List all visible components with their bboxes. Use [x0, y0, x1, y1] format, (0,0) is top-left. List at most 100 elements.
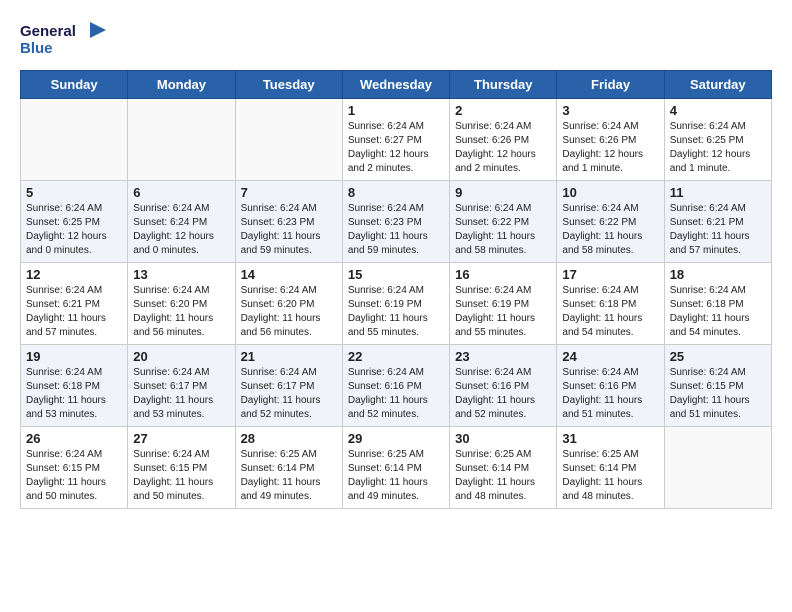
calendar-cell: 24Sunrise: 6:24 AM Sunset: 6:16 PM Dayli…: [557, 345, 664, 427]
calendar-cell: 21 Sunrise: 6:24 AM Sunset: 6:17 PM Dayli…: [235, 345, 342, 427]
calendar-cell: 22Sunrise: 6:24 AM Sunset: 6:16 PM Dayli…: [342, 345, 449, 427]
calendar-cell: 18 Sunrise: 6:24 AM Sunset: 6:18 PM Dayli…: [664, 263, 771, 345]
calendar-cell: 25 Sunrise: 6:24 AM Sunset: 6:15 PM Dayli…: [664, 345, 771, 427]
cell-info: Sunrise: 6:24 AM Sunset: 6:23 PM Dayligh…: [348, 202, 444, 258]
day-number: 18: [670, 267, 766, 282]
day-number: 25: [670, 349, 766, 364]
calendar-cell: 30 Sunrise: 6:25 AM Sunset: 6:14 PM Dayli…: [450, 427, 557, 509]
svg-text:General: General: [20, 23, 76, 40]
header-day-wednesday: Wednesday: [342, 71, 449, 99]
cell-info: Sunrise: 6:24 AM Sunset: 6:16 PM Dayligh…: [562, 366, 658, 422]
cell-info: Sunrise: 6:24 AM Sunset: 6:25 PM Dayligh…: [670, 120, 766, 176]
day-number: 23: [455, 349, 551, 364]
cell-info: Sunrise: 6:24 AM Sunset: 6:25 PM Dayligh…: [26, 202, 122, 258]
day-number: 29: [348, 431, 444, 446]
day-number: 22: [348, 349, 444, 364]
calendar-cell: 23 Sunrise: 6:24 AM Sunset: 6:16 PM Dayli…: [450, 345, 557, 427]
calendar-cell: 1 Sunrise: 6:24 AM Sunset: 6:27 PM Daylig…: [342, 99, 449, 181]
header-day-sunday: Sunday: [21, 71, 128, 99]
calendar-cell: 7Sunrise: 6:24 AM Sunset: 6:23 PM Daylig…: [235, 181, 342, 263]
cell-info: Sunrise: 6:25 AM Sunset: 6:14 PM Dayligh…: [241, 448, 337, 504]
day-number: 26: [26, 431, 122, 446]
cell-info: Sunrise: 6:25 AM Sunset: 6:14 PM Dayligh…: [562, 448, 658, 504]
week-row-1: 1 Sunrise: 6:24 AM Sunset: 6:27 PM Daylig…: [21, 99, 772, 181]
svg-text:Blue: Blue: [20, 40, 53, 57]
cell-info: Sunrise: 6:24 AM Sunset: 6:15 PM Dayligh…: [26, 448, 122, 504]
cell-info: Sunrise: 6:24 AM Sunset: 6:21 PM Dayligh…: [26, 284, 122, 340]
calendar-cell: [235, 99, 342, 181]
day-number: 9: [455, 185, 551, 200]
header-day-saturday: Saturday: [664, 71, 771, 99]
cell-info: Sunrise: 6:24 AM Sunset: 6:20 PM Dayligh…: [133, 284, 229, 340]
calendar-cell: 28 Sunrise: 6:25 AM Sunset: 6:14 PM Dayli…: [235, 427, 342, 509]
day-number: 16: [455, 267, 551, 282]
calendar-cell: 12Sunrise: 6:24 AM Sunset: 6:21 PM Dayli…: [21, 263, 128, 345]
day-number: 10: [562, 185, 658, 200]
logo-icon: GeneralBlue: [20, 20, 110, 60]
day-number: 3: [562, 103, 658, 118]
cell-info: Sunrise: 6:24 AM Sunset: 6:15 PM Dayligh…: [670, 366, 766, 422]
page-header: GeneralBlue: [20, 20, 772, 60]
header-day-thursday: Thursday: [450, 71, 557, 99]
day-number: 13: [133, 267, 229, 282]
calendar-cell: 15 Sunrise: 6:24 AM Sunset: 6:19 PM Dayli…: [342, 263, 449, 345]
calendar-cell: 19Sunrise: 6:24 AM Sunset: 6:18 PM Dayli…: [21, 345, 128, 427]
cell-info: Sunrise: 6:24 AM Sunset: 6:16 PM Dayligh…: [455, 366, 551, 422]
header-day-monday: Monday: [128, 71, 235, 99]
cell-info: Sunrise: 6:24 AM Sunset: 6:19 PM Dayligh…: [455, 284, 551, 340]
cell-info: Sunrise: 6:24 AM Sunset: 6:27 PM Dayligh…: [348, 120, 444, 176]
cell-info: Sunrise: 6:24 AM Sunset: 6:21 PM Dayligh…: [670, 202, 766, 258]
cell-info: Sunrise: 6:24 AM Sunset: 6:15 PM Dayligh…: [133, 448, 229, 504]
calendar-cell: 2Sunrise: 6:24 AM Sunset: 6:26 PM Daylig…: [450, 99, 557, 181]
cell-info: Sunrise: 6:24 AM Sunset: 6:19 PM Dayligh…: [348, 284, 444, 340]
day-number: 28: [241, 431, 337, 446]
day-number: 21: [241, 349, 337, 364]
calendar-table: SundayMondayTuesdayWednesdayThursdayFrid…: [20, 70, 772, 509]
day-number: 8: [348, 185, 444, 200]
calendar-cell: 3 Sunrise: 6:24 AM Sunset: 6:26 PM Daylig…: [557, 99, 664, 181]
calendar-cell: 29 Sunrise: 6:25 AM Sunset: 6:14 PM Dayli…: [342, 427, 449, 509]
cell-info: Sunrise: 6:24 AM Sunset: 6:26 PM Dayligh…: [562, 120, 658, 176]
day-number: 30: [455, 431, 551, 446]
day-number: 27: [133, 431, 229, 446]
calendar-cell: [21, 99, 128, 181]
calendar-cell: 13 Sunrise: 6:24 AM Sunset: 6:20 PM Dayli…: [128, 263, 235, 345]
cell-info: Sunrise: 6:24 AM Sunset: 6:20 PM Dayligh…: [241, 284, 337, 340]
header-row: SundayMondayTuesdayWednesdayThursdayFrid…: [21, 71, 772, 99]
calendar-cell: 26 Sunrise: 6:24 AM Sunset: 6:15 PM Dayli…: [21, 427, 128, 509]
calendar-header: SundayMondayTuesdayWednesdayThursdayFrid…: [21, 71, 772, 99]
calendar-cell: 5 Sunrise: 6:24 AM Sunset: 6:25 PM Daylig…: [21, 181, 128, 263]
calendar-cell: 27 Sunrise: 6:24 AM Sunset: 6:15 PM Dayli…: [128, 427, 235, 509]
day-number: 4: [670, 103, 766, 118]
day-number: 1: [348, 103, 444, 118]
calendar-cell: 9Sunrise: 6:24 AM Sunset: 6:22 PM Daylig…: [450, 181, 557, 263]
calendar-cell: [128, 99, 235, 181]
day-number: 20: [133, 349, 229, 364]
calendar-cell: 11 Sunrise: 6:24 AM Sunset: 6:21 PM Dayli…: [664, 181, 771, 263]
header-day-friday: Friday: [557, 71, 664, 99]
day-number: 19: [26, 349, 122, 364]
calendar-cell: 8 Sunrise: 6:24 AM Sunset: 6:23 PM Daylig…: [342, 181, 449, 263]
cell-info: Sunrise: 6:24 AM Sunset: 6:18 PM Dayligh…: [670, 284, 766, 340]
day-number: 5: [26, 185, 122, 200]
day-number: 6: [133, 185, 229, 200]
calendar-cell: [664, 427, 771, 509]
cell-info: Sunrise: 6:24 AM Sunset: 6:17 PM Dayligh…: [241, 366, 337, 422]
day-number: 11: [670, 185, 766, 200]
day-number: 15: [348, 267, 444, 282]
cell-info: Sunrise: 6:24 AM Sunset: 6:18 PM Dayligh…: [562, 284, 658, 340]
week-row-2: 5 Sunrise: 6:24 AM Sunset: 6:25 PM Daylig…: [21, 181, 772, 263]
calendar-cell: 20 Sunrise: 6:24 AM Sunset: 6:17 PM Dayli…: [128, 345, 235, 427]
cell-info: Sunrise: 6:24 AM Sunset: 6:24 PM Dayligh…: [133, 202, 229, 258]
calendar-cell: 4 Sunrise: 6:24 AM Sunset: 6:25 PM Daylig…: [664, 99, 771, 181]
calendar-cell: 17 Sunrise: 6:24 AM Sunset: 6:18 PM Dayli…: [557, 263, 664, 345]
calendar-cell: 6 Sunrise: 6:24 AM Sunset: 6:24 PM Daylig…: [128, 181, 235, 263]
cell-info: Sunrise: 6:25 AM Sunset: 6:14 PM Dayligh…: [455, 448, 551, 504]
day-number: 17: [562, 267, 658, 282]
cell-info: Sunrise: 6:24 AM Sunset: 6:17 PM Dayligh…: [133, 366, 229, 422]
day-number: 2: [455, 103, 551, 118]
calendar-cell: 16 Sunrise: 6:24 AM Sunset: 6:19 PM Dayli…: [450, 263, 557, 345]
header-day-tuesday: Tuesday: [235, 71, 342, 99]
day-number: 7: [241, 185, 337, 200]
cell-info: Sunrise: 6:25 AM Sunset: 6:14 PM Dayligh…: [348, 448, 444, 504]
